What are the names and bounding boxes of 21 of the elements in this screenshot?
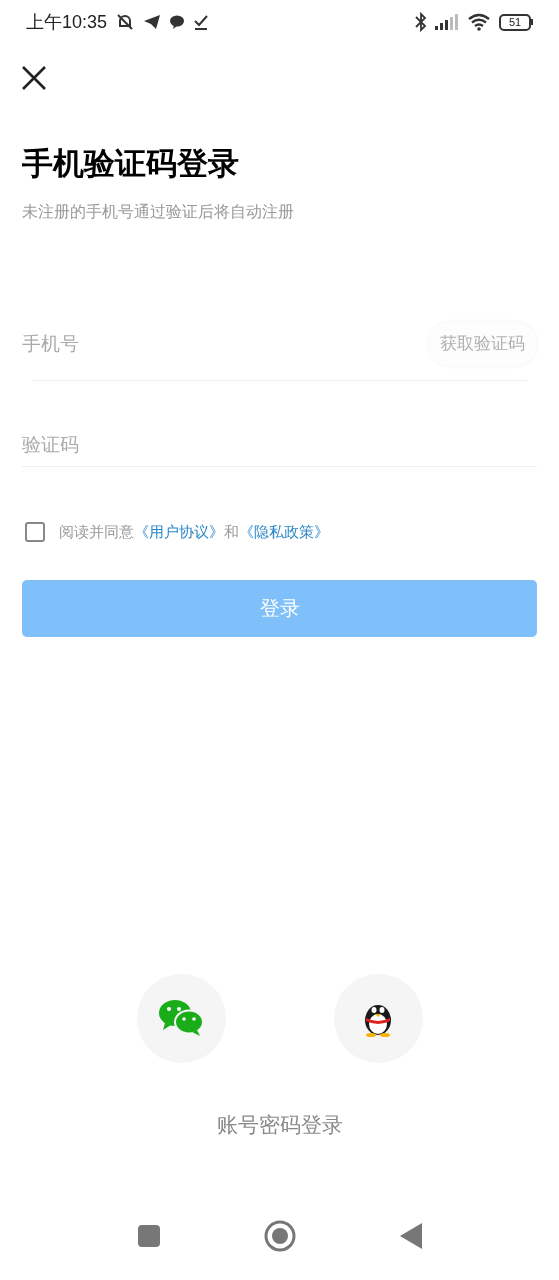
agreement-checkbox[interactable] (25, 522, 45, 543)
agreement-text: 阅读并同意《用户协议》和《隐私政策》 (59, 522, 329, 542)
signal-icon (435, 14, 459, 30)
page-title: 手机验证码登录 (22, 145, 240, 183)
chat-icon (169, 14, 186, 30)
recents-icon[interactable] (137, 1225, 160, 1247)
subtitle: 未注册的手机号通过验证后将自动注册 (22, 202, 295, 222)
close-button[interactable] (20, 64, 48, 92)
code-input[interactable]: 验证码 (22, 423, 537, 467)
wifi-icon (467, 13, 491, 31)
back-icon[interactable] (399, 1223, 422, 1249)
password-login-link[interactable]: 账号密码登录 (216, 1108, 343, 1140)
battery-icon: 51 (499, 13, 533, 31)
agreement-link[interactable]: 《用户协议》 (134, 523, 224, 540)
agreement-link[interactable]: 《隐私政策》 (239, 523, 329, 540)
send-icon (143, 14, 162, 30)
bluetooth-icon (415, 12, 427, 32)
status-time: 上午10:35 (26, 10, 108, 34)
home-icon[interactable] (263, 1220, 296, 1252)
check-icon (193, 14, 210, 30)
chat-bubbles-icon (157, 999, 205, 1037)
